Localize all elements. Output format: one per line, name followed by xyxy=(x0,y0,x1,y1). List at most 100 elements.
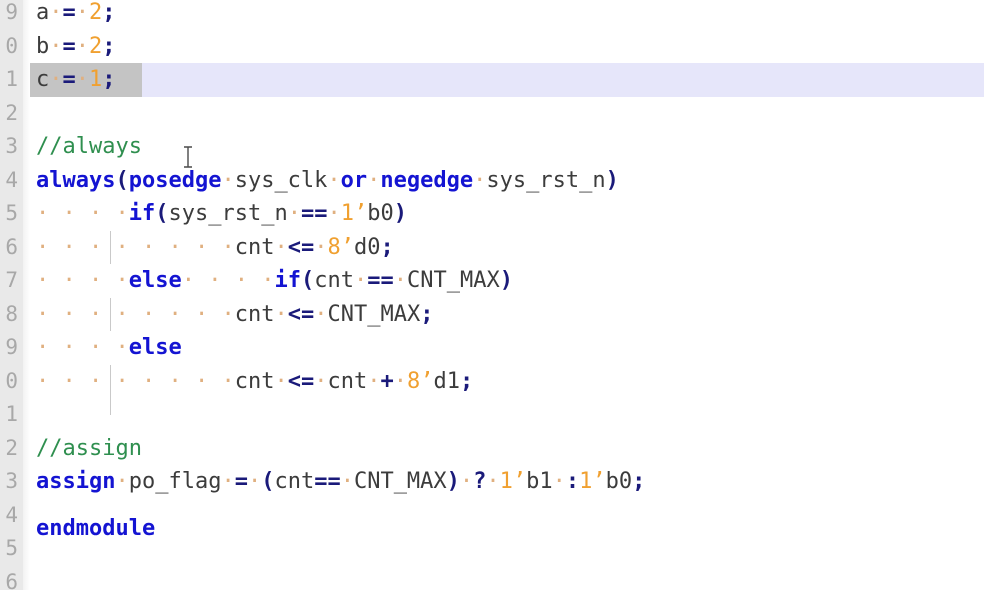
code-line[interactable] xyxy=(0,97,984,131)
code-line[interactable]: endmodule xyxy=(0,512,984,546)
code-area[interactable]: a·=·2; b·=·2; c·=·1;//always always(posedge… xyxy=(0,0,984,590)
token-id xyxy=(208,369,221,394)
token-sp: · xyxy=(367,368,381,394)
token-id xyxy=(155,302,168,327)
code-line-text: a·=·2; xyxy=(36,0,116,30)
code-line[interactable]: · · · ·else xyxy=(0,331,984,365)
code-line[interactable]: · · · · · · · ·cnt·<=·CNT_MAX; xyxy=(0,298,984,332)
token-op: ( xyxy=(300,268,315,293)
token-id xyxy=(248,268,261,293)
code-line[interactable]: a·=·2; xyxy=(0,0,984,30)
token-pun: ; xyxy=(420,301,434,327)
code-line[interactable]: //always xyxy=(0,130,984,164)
line-number: 1 xyxy=(5,402,18,426)
token-id xyxy=(49,268,62,293)
token-num: ’ xyxy=(592,469,606,494)
token-id: CNT_MAX xyxy=(353,469,447,494)
code-line-text: · · · ·else· · · ·if(cnt·==·CNT_MAX) xyxy=(36,264,513,298)
token-id: CNT_MAX xyxy=(327,301,421,327)
token-sp: · xyxy=(247,469,262,494)
code-line[interactable] xyxy=(0,398,984,432)
token-id xyxy=(195,268,208,293)
token-id: sys_clk xyxy=(234,167,328,193)
token-sp: · xyxy=(115,201,129,226)
line-number: 6 xyxy=(5,234,18,259)
token-sp: · xyxy=(62,301,76,327)
token-sp: · xyxy=(195,368,209,394)
token-op: ? xyxy=(473,469,487,494)
token-id xyxy=(76,201,89,226)
token-op: ) xyxy=(499,268,513,293)
code-line[interactable]: · · · ·if(sys_rst_n·==·1’b0) xyxy=(0,197,984,231)
token-sp: · xyxy=(36,368,50,394)
line-number: 2 xyxy=(5,100,18,125)
code-editor[interactable]: a·=·2; b·=·2; c·=·1;//always always(posedge… xyxy=(0,0,984,590)
token-pun: ; xyxy=(460,368,474,394)
token-op: = xyxy=(62,33,76,59)
indent-guide xyxy=(110,297,111,331)
token-id: cnt xyxy=(234,234,275,260)
token-sp: · xyxy=(75,67,89,92)
token-sp: · xyxy=(36,301,50,327)
token-kw: or xyxy=(340,167,368,193)
token-num: 1 xyxy=(579,469,593,494)
code-line[interactable]: c·=·1; xyxy=(0,63,984,97)
token-sp: · xyxy=(208,268,222,293)
line-number: 0 xyxy=(5,368,18,393)
token-sp: · xyxy=(261,268,275,293)
token-id: d0 xyxy=(354,234,381,260)
token-id: b xyxy=(36,33,50,59)
token-id: b0 xyxy=(605,469,633,494)
line-number-gutter[interactable]: 9 0 1 2 3 4 5 6 7 8 9 0 1 2 3 4 5 6 xyxy=(0,0,23,590)
token-op: = xyxy=(62,67,76,92)
token-sp: · xyxy=(62,268,76,293)
token-sp: · xyxy=(142,234,156,260)
code-line[interactable]: · · · · · · · ·cnt·<=·cnt·+·8’d1; xyxy=(0,365,984,399)
token-id xyxy=(102,335,115,360)
token-kw: always xyxy=(36,167,116,193)
code-line-text: //always xyxy=(36,130,142,164)
code-line[interactable]: · · · · · · · ·cnt·<=·8’d0; xyxy=(0,231,984,265)
token-id: sys_rst_n xyxy=(486,167,606,193)
token-id xyxy=(102,235,115,260)
token-id xyxy=(76,302,89,327)
token-sp: · xyxy=(221,469,235,494)
code-line-text: · · · · · · · ·cnt·<=·cnt·+·8’d1; xyxy=(36,365,473,399)
token-num: ’ xyxy=(353,201,368,226)
code-line-text: always(posedge·sys_clk·or·negedge·sys_rs… xyxy=(36,164,619,198)
token-kw: negedge xyxy=(380,167,474,193)
token-kw: if xyxy=(274,268,301,293)
token-id: b1 xyxy=(526,469,553,494)
token-num: 1 xyxy=(340,201,354,226)
code-line-text: assign·po_flag·=·(cnt==·CNT_MAX)·?·1’b1·… xyxy=(36,465,645,499)
token-id xyxy=(182,302,195,327)
code-line[interactable]: · · · ·else· · · ·if(cnt·==·CNT_MAX) xyxy=(0,264,984,298)
token-id: a xyxy=(36,0,50,25)
token-num: 1 xyxy=(499,469,513,494)
token-id xyxy=(49,302,62,327)
token-sp: · xyxy=(314,301,328,327)
line-number: 8 xyxy=(5,301,18,326)
code-line[interactable]: //assign xyxy=(0,432,984,466)
token-sp: · xyxy=(234,268,248,293)
code-line-text: · · · · · · · ·cnt·<=·CNT_MAX; xyxy=(36,298,433,332)
token-sp: · xyxy=(115,301,129,327)
token-id xyxy=(49,335,62,360)
token-id xyxy=(102,369,115,394)
code-line[interactable]: always(posedge·sys_clk·or·negedge·sys_rs… xyxy=(0,164,984,198)
code-line[interactable]: assign·po_flag·=·(cnt==·CNT_MAX)·?·1’b1·… xyxy=(0,465,984,499)
token-op: ( xyxy=(155,201,169,226)
token-op: ) xyxy=(446,469,460,494)
line-number: 3 xyxy=(5,469,18,493)
line-number: 0 xyxy=(5,33,18,58)
token-sp: · xyxy=(274,234,288,260)
token-id xyxy=(129,369,142,394)
code-line[interactable]: b·=·2; xyxy=(0,30,984,64)
token-sp: · xyxy=(89,335,103,360)
token-id xyxy=(49,369,62,394)
token-num: 8 xyxy=(327,234,341,260)
token-id: cnt xyxy=(274,469,315,494)
token-sp: · xyxy=(314,234,328,260)
token-id: cnt xyxy=(314,268,354,293)
token-sp: · xyxy=(274,301,288,327)
